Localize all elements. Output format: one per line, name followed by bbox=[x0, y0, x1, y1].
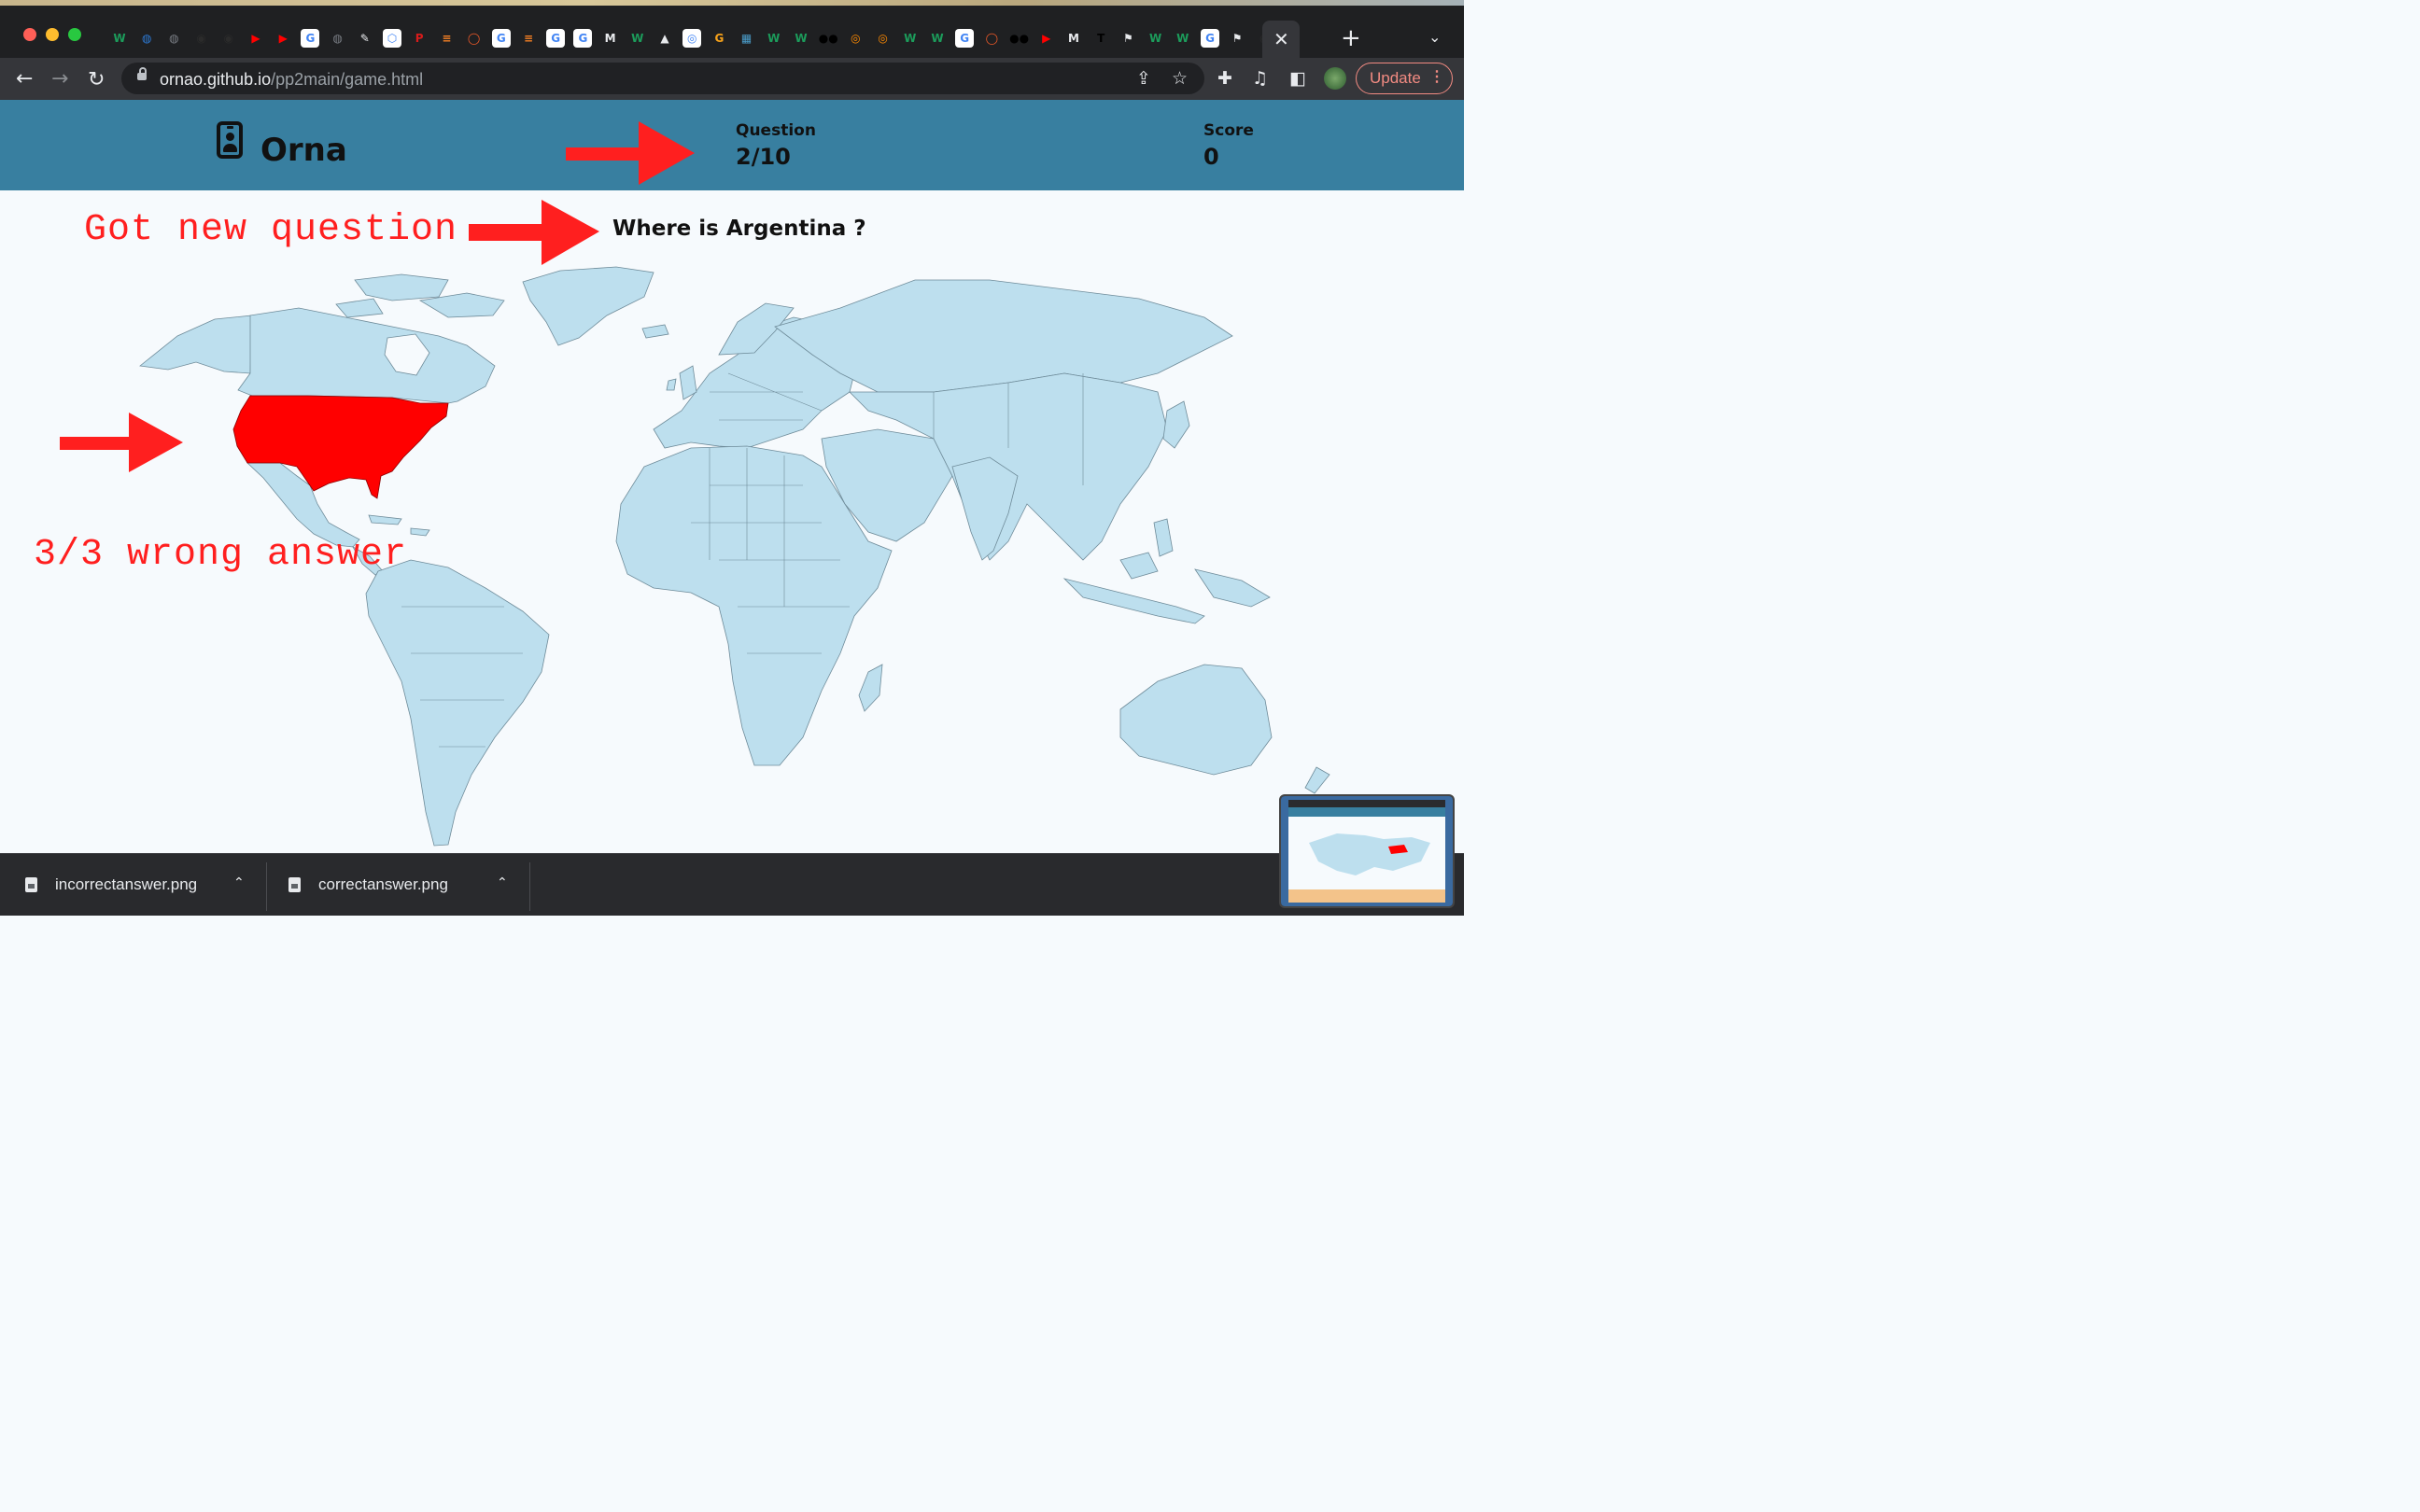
downloads-bar bbox=[0, 853, 1464, 916]
arrow-to-highlighted-country bbox=[60, 413, 183, 472]
arrow-to-question-counter bbox=[566, 121, 695, 185]
annotation-arrows bbox=[60, 121, 695, 472]
arrow-to-question-prompt bbox=[469, 200, 599, 265]
screenshot-thumbnail[interactable] bbox=[1279, 794, 1455, 908]
file-icon bbox=[288, 877, 301, 892]
download-separator bbox=[266, 862, 267, 911]
file-icon bbox=[25, 877, 37, 892]
thumbnail-image bbox=[1281, 796, 1453, 906]
download-item-incorrect[interactable]: incorrectanswer.png bbox=[55, 866, 197, 903]
chevron-up-icon[interactable]: ⌃ bbox=[497, 875, 508, 890]
chevron-up-icon[interactable]: ⌃ bbox=[233, 875, 245, 890]
download-separator bbox=[529, 862, 530, 911]
download-item-correct[interactable]: correctanswer.png bbox=[318, 866, 448, 903]
